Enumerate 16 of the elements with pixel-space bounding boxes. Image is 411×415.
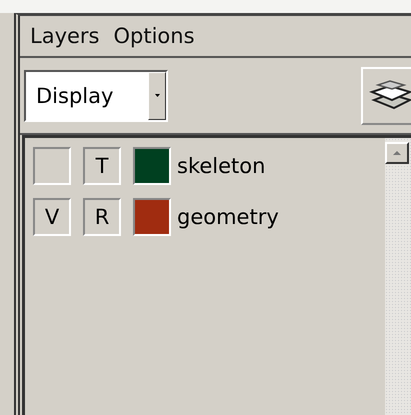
display-type-toggle[interactable]: R <box>83 198 121 236</box>
layer-color-swatch[interactable] <box>133 147 171 185</box>
dropdown-arrow-icon <box>154 94 160 97</box>
new-layer-button[interactable] <box>361 66 411 124</box>
layer-color-swatch[interactable] <box>133 198 171 236</box>
menu-item[interactable]: Options <box>114 24 195 48</box>
layer-name[interactable]: geometry <box>177 205 279 229</box>
menu-item[interactable]: Layers <box>30 24 100 48</box>
display-dropdown[interactable]: Display <box>24 70 168 122</box>
layer-name[interactable]: skeleton <box>177 154 266 178</box>
up-arrow-icon <box>393 151 401 155</box>
display-type-toggle[interactable]: T <box>83 147 121 185</box>
visibility-toggle[interactable]: V <box>33 198 71 236</box>
scrollbar[interactable] <box>385 138 411 415</box>
visibility-toggle[interactable] <box>33 147 71 185</box>
scroll-up-button[interactable] <box>385 142 409 164</box>
